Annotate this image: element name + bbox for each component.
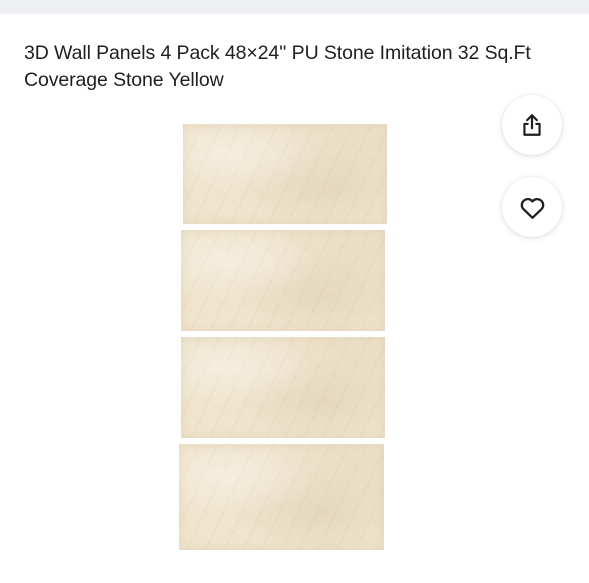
- product-image[interactable]: [178, 122, 390, 552]
- favorite-button[interactable]: [502, 177, 562, 237]
- wall-panel-4: [179, 444, 384, 550]
- top-bar: [0, 0, 589, 14]
- share-button[interactable]: [502, 95, 562, 155]
- product-title: 3D Wall Panels 4 Pack 48×24'' PU Stone I…: [24, 42, 531, 91]
- wall-panel-1: [183, 124, 387, 224]
- wall-panel-2: [181, 230, 385, 331]
- heart-icon: [519, 195, 546, 220]
- share-icon: [519, 112, 545, 138]
- wall-panel-3: [181, 337, 385, 438]
